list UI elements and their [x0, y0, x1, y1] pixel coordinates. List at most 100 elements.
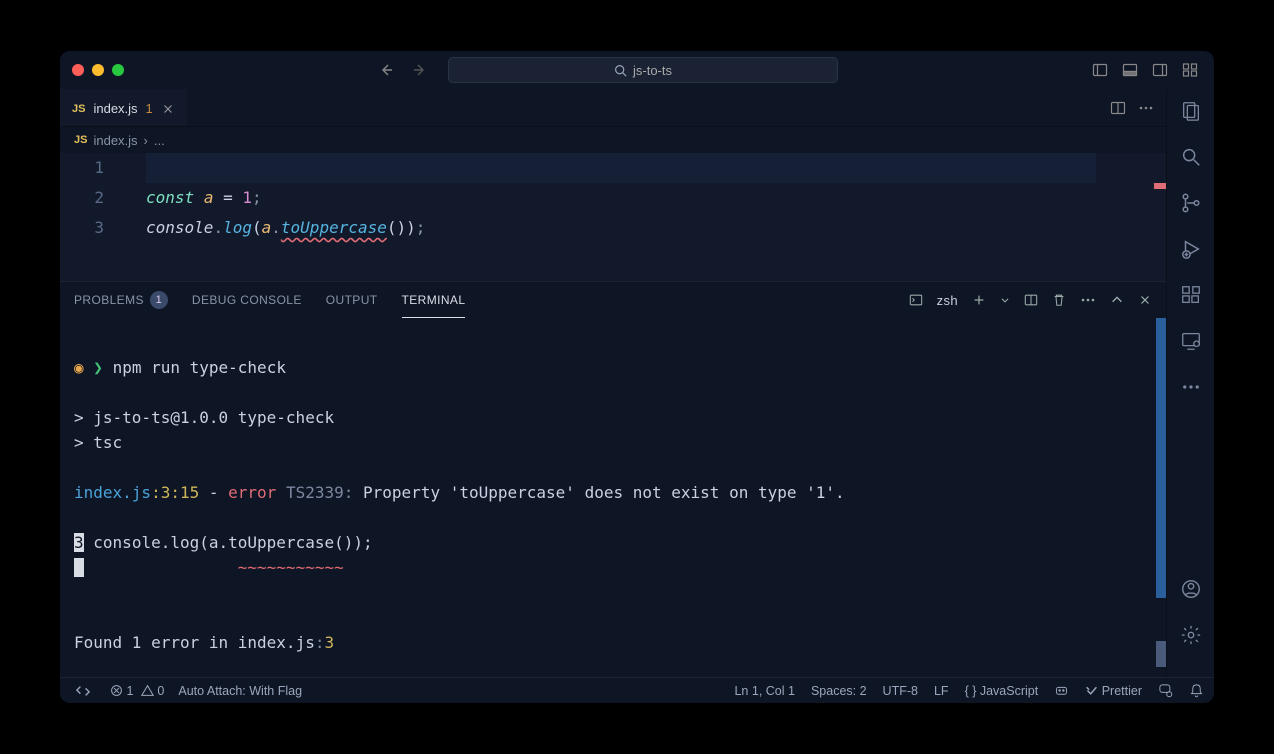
code-area[interactable]: const a = 1; console.log(a.toUppercase()… [122, 153, 1166, 281]
layout-left-icon[interactable] [1092, 62, 1108, 78]
js-file-icon: JS [74, 134, 87, 146]
editor-tabs: JS index.js 1 [60, 89, 1166, 127]
code-line: const a = 1; [146, 183, 1166, 213]
more-actions-icon[interactable] [1138, 100, 1154, 116]
copilot-icon[interactable] [1054, 683, 1069, 698]
panel-tab-debug[interactable]: DEBUG CONSOLE [192, 282, 302, 318]
nav-forward-button[interactable] [412, 62, 428, 78]
kill-terminal-icon[interactable] [1052, 293, 1066, 307]
terminal-line: > tsc [74, 433, 122, 452]
customize-layout-icon[interactable] [1182, 62, 1198, 78]
content-column: JS index.js 1 JS index.js › ... [60, 89, 1166, 677]
maximize-window-button[interactable] [112, 64, 124, 76]
code-line [146, 153, 1166, 183]
activity-bar [1166, 89, 1214, 677]
nav-arrows [378, 62, 428, 78]
close-window-button[interactable] [72, 64, 84, 76]
panel-actions: zsh [909, 292, 1152, 308]
error-message: Property 'toUppercase' does not exist on… [363, 483, 845, 502]
main-area: JS index.js 1 JS index.js › ... [60, 89, 1214, 677]
terminal-scrollbar[interactable] [1156, 318, 1166, 598]
context-line-number: 3 [74, 533, 84, 552]
extensions-icon[interactable] [1179, 283, 1203, 307]
tab-bar-actions [1110, 89, 1166, 126]
error-location: :3:15 [151, 483, 199, 502]
terminal-command: npm run type-check [113, 358, 286, 377]
error-word: error [228, 483, 276, 502]
minimap[interactable] [1096, 153, 1166, 281]
context-code: console.log(a.toUppercase()); [93, 533, 372, 552]
error-marker [1154, 183, 1166, 189]
encoding-status[interactable]: UTF-8 [883, 684, 918, 698]
prettier-status[interactable]: Prettier [1085, 684, 1142, 698]
nav-back-button[interactable] [378, 62, 394, 78]
close-tab-button[interactable] [161, 102, 175, 116]
scrollbar-thumb[interactable] [1156, 641, 1166, 667]
source-control-icon[interactable] [1179, 191, 1203, 215]
tab-dirty-badge: 1 [146, 101, 153, 116]
remote-indicator[interactable] [70, 684, 96, 698]
new-terminal-button[interactable] [972, 293, 986, 307]
layout-bottom-icon[interactable] [1122, 62, 1138, 78]
shell-name[interactable]: zsh [937, 293, 958, 308]
line-number: 3 [60, 213, 104, 243]
search-text: js-to-ts [633, 63, 672, 78]
prompt-status-icon: ◉ [74, 358, 84, 377]
indentation-status[interactable]: Spaces: 2 [811, 684, 867, 698]
split-editor-icon[interactable] [1110, 100, 1126, 116]
feedback-icon[interactable] [1158, 683, 1173, 698]
prompt-arrow-icon: ❯ [93, 358, 103, 377]
close-panel-icon[interactable] [1138, 293, 1152, 307]
split-terminal-icon[interactable] [1024, 293, 1038, 307]
vscode-window: js-to-ts JS index.js 1 [60, 51, 1214, 703]
problems-count-badge: 1 [150, 291, 168, 309]
bottom-panel: PROBLEMS 1 DEBUG CONSOLE OUTPUT TERMINAL… [60, 281, 1166, 677]
chevron-right-icon: › [144, 133, 148, 148]
command-center-search[interactable]: js-to-ts [448, 57, 838, 83]
settings-gear-icon[interactable] [1179, 623, 1203, 647]
terminal-dropdown-icon[interactable] [1000, 295, 1010, 305]
code-line: console.log(a.toUppercase()); [146, 213, 1166, 243]
terminal-profile-icon[interactable] [909, 293, 923, 307]
remote-explorer-icon[interactable] [1179, 329, 1203, 353]
run-debug-icon[interactable] [1179, 237, 1203, 261]
error-summary-prefix: Found 1 error in [74, 633, 238, 652]
eol-status[interactable]: LF [934, 684, 949, 698]
explorer-icon[interactable] [1179, 99, 1203, 123]
warning-icon [141, 684, 154, 697]
titlebar: js-to-ts [60, 51, 1214, 89]
panel-tab-terminal[interactable]: TERMINAL [402, 282, 466, 318]
error-underline: ~~~~~~~~~~~ [238, 558, 344, 577]
more-views-icon[interactable] [1179, 375, 1203, 399]
error-summary-line: 3 [324, 633, 334, 652]
error-icon [110, 684, 123, 697]
editor-tab-indexjs[interactable]: JS index.js 1 [60, 89, 187, 126]
auto-attach-status[interactable]: Auto Attach: With Flag [178, 684, 302, 698]
line-number: 2 [60, 183, 104, 213]
panel-tab-output[interactable]: OUTPUT [326, 282, 378, 318]
search-icon [614, 64, 627, 77]
accounts-icon[interactable] [1179, 577, 1203, 601]
errors-warnings[interactable]: 1 0 [110, 684, 164, 698]
panel-tab-bar: PROBLEMS 1 DEBUG CONSOLE OUTPUT TERMINAL… [60, 282, 1166, 318]
tab-filename: index.js [93, 101, 137, 116]
js-file-icon: JS [72, 103, 85, 115]
cursor-position[interactable]: Ln 1, Col 1 [734, 684, 794, 698]
terminal-line: > js-to-ts@1.0.0 type-check [74, 408, 334, 427]
notifications-icon[interactable] [1189, 683, 1204, 698]
breadcrumb[interactable]: JS index.js › ... [60, 127, 1166, 153]
panel-more-icon[interactable] [1080, 292, 1096, 308]
panel-tab-problems[interactable]: PROBLEMS 1 [74, 282, 168, 318]
terminal-output[interactable]: ◉ ❯ npm run type-check > js-to-ts@1.0.0 … [60, 318, 1166, 677]
error-file: index.js [74, 483, 151, 502]
breadcrumb-filename: index.js [93, 133, 137, 148]
code-editor[interactable]: 1 2 3 const a = 1; console.log(a.toUpper… [60, 153, 1166, 281]
minimize-window-button[interactable] [92, 64, 104, 76]
layout-right-icon[interactable] [1152, 62, 1168, 78]
language-mode[interactable]: { } JavaScript [965, 684, 1039, 698]
line-number: 1 [60, 153, 104, 183]
maximize-panel-icon[interactable] [1110, 293, 1124, 307]
status-bar: 1 0 Auto Attach: With Flag Ln 1, Col 1 S… [60, 677, 1214, 703]
breadcrumb-more: ... [154, 133, 165, 148]
search-icon[interactable] [1179, 145, 1203, 169]
